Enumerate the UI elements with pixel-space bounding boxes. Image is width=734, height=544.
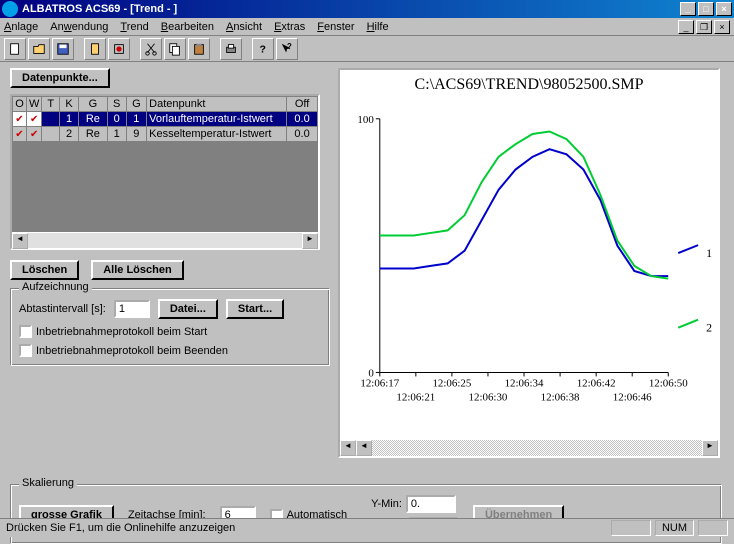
status-text: Drücken Sie F1, um die Onlinehilfe anzuz… (6, 522, 235, 534)
minimize-button[interactable]: _ (680, 2, 696, 16)
col-k[interactable]: K (60, 97, 79, 112)
window-title: ALBATROS ACS69 - [Trend - ] (22, 3, 177, 15)
toolbar: ? ? (0, 36, 734, 62)
start-button[interactable]: Start... (226, 299, 284, 319)
checkbox-icon[interactable] (19, 344, 32, 357)
menu-extras[interactable]: Extras (274, 21, 305, 33)
col-o[interactable]: O (13, 97, 27, 112)
chk-start[interactable]: Inbetriebnahmeprotokoll beim Start (19, 325, 321, 338)
alle-loeschen-button[interactable]: Alle Löschen (91, 260, 183, 280)
svg-text:1: 1 (706, 246, 712, 260)
loeschen-button[interactable]: Löschen (10, 260, 79, 280)
menu-bar: Anlage Anwendung Trend Bearbeiten Ansich… (0, 18, 734, 36)
menu-fenster[interactable]: Fenster (317, 21, 354, 33)
menu-bearbeiten[interactable]: Bearbeiten (161, 21, 214, 33)
scroll-right-icon[interactable]: ► (302, 233, 318, 249)
chart-body: 010012:06:1712:06:2112:06:2512:06:3012:0… (340, 96, 718, 440)
mdi-close-button[interactable]: × (714, 20, 730, 34)
title-bar: ALBATROS ACS69 - [Trend - ] _ □ × (0, 0, 734, 18)
app-icon (2, 1, 18, 17)
scroll-left2-icon[interactable]: ◄ (356, 440, 372, 456)
client-area: Datenpunkte... O W T K G S G Datenpunkt … (0, 62, 734, 518)
svg-text:12:06:34: 12:06:34 (505, 377, 544, 389)
svg-text:12:06:46: 12:06:46 (613, 391, 652, 403)
svg-text:12:06:38: 12:06:38 (541, 391, 580, 403)
datapoint-grid[interactable]: O W T K G S G Datenpunkt Off 1 Re 0 (10, 94, 320, 250)
datenpunkte-button[interactable]: Datenpunkte... (10, 68, 110, 88)
mdi-minimize-button[interactable]: _ (678, 20, 694, 34)
col-off[interactable]: Off (287, 97, 318, 112)
paste-icon[interactable] (188, 38, 210, 60)
chk-beenden[interactable]: Inbetriebnahmeprotokoll beim Beenden (19, 344, 321, 357)
aufzeichnung-legend: Aufzeichnung (19, 281, 92, 293)
chart-svg: 010012:06:1712:06:2112:06:2512:06:3012:0… (340, 96, 718, 440)
grid-hscroll[interactable]: ◄ ► (12, 232, 318, 248)
cut-icon[interactable] (140, 38, 162, 60)
check-icon (15, 113, 23, 125)
col-s[interactable]: S (107, 97, 126, 112)
menu-trend[interactable]: Trend (120, 21, 148, 33)
scroll-right-icon[interactable]: ► (702, 440, 718, 456)
col-w[interactable]: W (27, 97, 42, 112)
mdi-restore-button[interactable]: ❐ (696, 20, 712, 34)
copy-icon[interactable] (164, 38, 186, 60)
svg-text:12:06:50: 12:06:50 (649, 377, 688, 389)
col-datenpunkt[interactable]: Datenpunkt (147, 97, 287, 112)
left-panel: Datenpunkte... O W T K G S G Datenpunkt … (10, 68, 330, 366)
svg-text:100: 100 (357, 114, 374, 126)
scroll-track[interactable] (28, 233, 302, 248)
svg-text:12:06:25: 12:06:25 (432, 377, 471, 389)
menu-ansicht[interactable]: Ansicht (226, 21, 262, 33)
col-t[interactable]: T (42, 97, 60, 112)
skalierung-legend: Skalierung (19, 477, 77, 489)
abtast-label: Abtastintervall [s]: (19, 303, 106, 315)
aufzeichnung-group: Aufzeichnung Abtastintervall [s]: Datei.… (10, 288, 330, 366)
chart-hscroll[interactable]: ◄ ◄ ► (340, 440, 718, 456)
new-icon[interactable] (4, 38, 26, 60)
help-icon[interactable]: ? (252, 38, 274, 60)
svg-text:?: ? (287, 42, 292, 51)
menu-hilfe[interactable]: Hilfe (367, 21, 389, 33)
check-icon (30, 128, 38, 140)
scroll-left-icon[interactable]: ◄ (12, 233, 28, 249)
col-g[interactable]: G (78, 97, 107, 112)
col-g2[interactable]: G (126, 97, 147, 112)
svg-text:12:06:17: 12:06:17 (360, 377, 399, 389)
save-icon[interactable] (52, 38, 74, 60)
status-cell (698, 520, 728, 536)
svg-text:12:06:30: 12:06:30 (469, 391, 508, 403)
status-num: NUM (655, 520, 694, 536)
table-row[interactable]: 2 Re 1 9 Kesseltemperatur-Istwert 0.0 (13, 127, 318, 142)
scroll-left-icon[interactable]: ◄ (340, 440, 356, 456)
ymin-input[interactable] (406, 495, 456, 513)
check-icon (15, 128, 23, 140)
menu-anwendung[interactable]: Anwendung (50, 21, 108, 33)
menu-anlage[interactable]: Anlage (4, 21, 38, 33)
tool1-icon[interactable] (84, 38, 106, 60)
status-cell (611, 520, 651, 536)
close-button[interactable]: × (716, 2, 732, 16)
whatsthis-icon[interactable]: ? (276, 38, 298, 60)
scroll-track[interactable] (372, 440, 702, 456)
svg-text:2: 2 (706, 321, 712, 335)
maximize-button[interactable]: □ (698, 2, 714, 16)
abtast-input[interactable] (114, 300, 150, 318)
tool2-icon[interactable] (108, 38, 130, 60)
ymin-label: Y-Min: (371, 498, 402, 510)
grid-empty (12, 142, 318, 232)
checkbox-icon[interactable] (19, 325, 32, 338)
check-icon (30, 113, 38, 125)
datei-button[interactable]: Datei... (158, 299, 218, 319)
svg-text:12:06:21: 12:06:21 (396, 391, 435, 403)
chart-frame: C:\ACS69\TREND\98052500.SMP 010012:06:17… (338, 68, 720, 458)
table-row[interactable]: 1 Re 0 1 Vorlauftemperatur-Istwert 0.0 (13, 112, 318, 127)
open-icon[interactable] (28, 38, 50, 60)
svg-text:?: ? (260, 43, 266, 55)
status-bar: Drücken Sie F1, um die Onlinehilfe anzuz… (0, 518, 734, 537)
chart-title: C:\ACS69\TREND\98052500.SMP (340, 70, 718, 96)
svg-text:12:06:42: 12:06:42 (577, 377, 616, 389)
print-icon[interactable] (220, 38, 242, 60)
